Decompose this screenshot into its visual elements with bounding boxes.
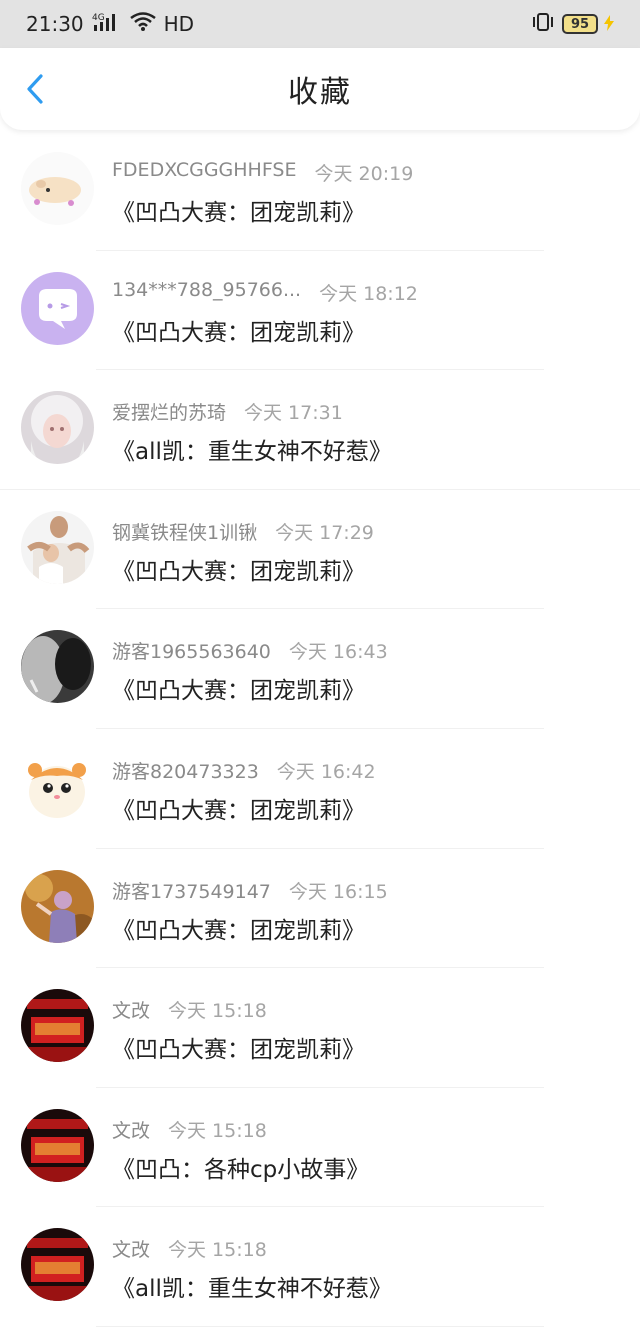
purple-chat-avatar — [21, 271, 94, 345]
list-item[interactable]: FDEDXCGGGHHFSE 今天 20:19 《凹凸大赛：团宠凯莉》 — [0, 131, 640, 251]
book-title[interactable]: 《凹凸大赛：团宠凯莉》 — [112, 193, 365, 227]
book-title[interactable]: 《凹凸大赛：团宠凯莉》 — [112, 911, 365, 945]
username: 游客1737549147 — [112, 880, 271, 903]
item-meta: 文改 今天 15:18 — [112, 1235, 267, 1262]
list-item[interactable]: 文改 今天 15:18 《all凯：重生女神不好惹》 — [0, 1207, 640, 1327]
white-hair-girl-avatar — [21, 391, 94, 465]
item-meta: 游客1737549147 今天 16:15 — [112, 877, 388, 904]
book-title[interactable]: 《all凯：重生女神不好惹》 — [112, 1269, 392, 1303]
chevron-left-icon — [27, 74, 43, 104]
username: 游客820473323 — [112, 760, 259, 783]
clock: 21:30 — [26, 12, 84, 36]
username: 文改 — [112, 1119, 151, 1142]
username: FDEDXCGGGHHFSE — [112, 159, 297, 181]
timestamp: 今天 16:15 — [288, 880, 388, 903]
vibrate-icon — [530, 12, 556, 37]
header: 收藏 — [0, 48, 640, 130]
cartoon-hamster-avatar — [21, 749, 94, 823]
red-stage-avatar — [21, 1108, 94, 1182]
item-meta: 游客820473323 今天 16:42 — [112, 757, 376, 784]
book-title[interactable]: 《凹凸大赛：团宠凯莉》 — [112, 552, 365, 586]
item-meta: 游客1965563640 今天 16:43 — [112, 637, 388, 664]
back-button[interactable] — [18, 72, 52, 106]
book-title[interactable]: 《凹凸大赛：团宠凯莉》 — [112, 671, 365, 705]
status-right: 95 — [530, 12, 614, 37]
book-title[interactable]: 《凹凸大赛：团宠凯莉》 — [112, 1030, 365, 1064]
timestamp: 今天 18:12 — [319, 282, 418, 305]
signal-icon: 4G — [92, 11, 122, 38]
battery-icon: 95 — [562, 14, 598, 34]
timestamp: 今天 17:29 — [275, 521, 374, 544]
book-title[interactable]: 《all凯：重生女神不好惹》 — [112, 432, 392, 466]
item-meta: 钢冀铁程侠1训锹 今天 17:29 — [112, 518, 374, 545]
autumn-girl-avatar — [21, 869, 94, 943]
username: 钢冀铁程侠1训锹 — [112, 521, 258, 544]
timestamp: 今天 15:18 — [168, 1119, 267, 1142]
item-meta: 文改 今天 15:18 — [112, 996, 267, 1023]
timestamp: 今天 17:31 — [244, 402, 343, 425]
item-meta: 文改 今天 15:18 — [112, 1116, 267, 1143]
list-item[interactable]: 文改 今天 15:18 《凹凸大赛：团宠凯莉》 — [0, 968, 640, 1088]
hamster-toy-avatar — [21, 152, 94, 225]
charging-icon — [604, 12, 614, 36]
username: 游客1965563640 — [112, 641, 271, 664]
timestamp: 今天 16:42 — [276, 760, 376, 783]
red-stage-avatar — [21, 1228, 94, 1302]
man-with-child-avatar — [21, 510, 94, 584]
username: 134***788_95766... — [112, 278, 302, 301]
item-meta: 爱摆烂的苏琦 今天 17:31 — [112, 398, 343, 425]
list-item[interactable]: 钢冀铁程侠1训锹 今天 17:29 《凹凸大赛：团宠凯莉》 — [0, 490, 640, 610]
username: 文改 — [112, 1000, 151, 1023]
item-meta: FDEDXCGGGHHFSE 今天 20:19 — [112, 159, 413, 186]
item-meta: 134***788_95766... 今天 18:12 — [112, 279, 418, 306]
timestamp: 今天 20:19 — [314, 163, 414, 185]
list-item[interactable]: 134***788_95766... 今天 18:12 《凹凸大赛：团宠凯莉》 — [0, 251, 640, 371]
list-item[interactable]: 游客1965563640 今天 16:43 《凹凸大赛：团宠凯莉》 — [0, 609, 640, 729]
page-title: 收藏 — [288, 75, 352, 110]
wifi-icon — [129, 11, 156, 37]
book-title[interactable]: 《凹凸：各种cp小故事》 — [112, 1150, 369, 1184]
list-item[interactable]: 文改 今天 15:18 《凹凸：各种cp小故事》 — [0, 1088, 640, 1208]
timestamp: 今天 16:43 — [288, 641, 388, 664]
list-item[interactable]: 游客1737549147 今天 16:15 《凹凸大赛：团宠凯莉》 — [0, 849, 640, 969]
status-left: 21:30 4G HD — [26, 11, 194, 38]
list-item[interactable]: 爱摆烂的苏琦 今天 17:31 《all凯：重生女神不好惹》 — [0, 370, 640, 490]
timestamp: 今天 15:18 — [168, 1239, 267, 1262]
favorites-list: FDEDXCGGGHHFSE 今天 20:19 《凹凸大赛：团宠凯莉》 134*… — [0, 131, 640, 1327]
book-title[interactable]: 《凹凸大赛：团宠凯莉》 — [112, 313, 365, 347]
username: 爱摆烂的苏琦 — [112, 402, 227, 425]
username: 文改 — [112, 1239, 151, 1262]
red-stage-avatar — [21, 989, 94, 1063]
book-title[interactable]: 《凹凸大赛：团宠凯莉》 — [112, 791, 365, 825]
network-label: 4G — [92, 13, 105, 23]
monochrome-face-avatar — [21, 630, 94, 704]
status-bar: 21:30 4G HD 95 — [0, 0, 640, 48]
timestamp: 今天 15:18 — [168, 1000, 267, 1023]
hd-label: HD — [163, 12, 195, 36]
list-item[interactable]: 游客820473323 今天 16:42 《凹凸大赛：团宠凯莉》 — [0, 729, 640, 849]
